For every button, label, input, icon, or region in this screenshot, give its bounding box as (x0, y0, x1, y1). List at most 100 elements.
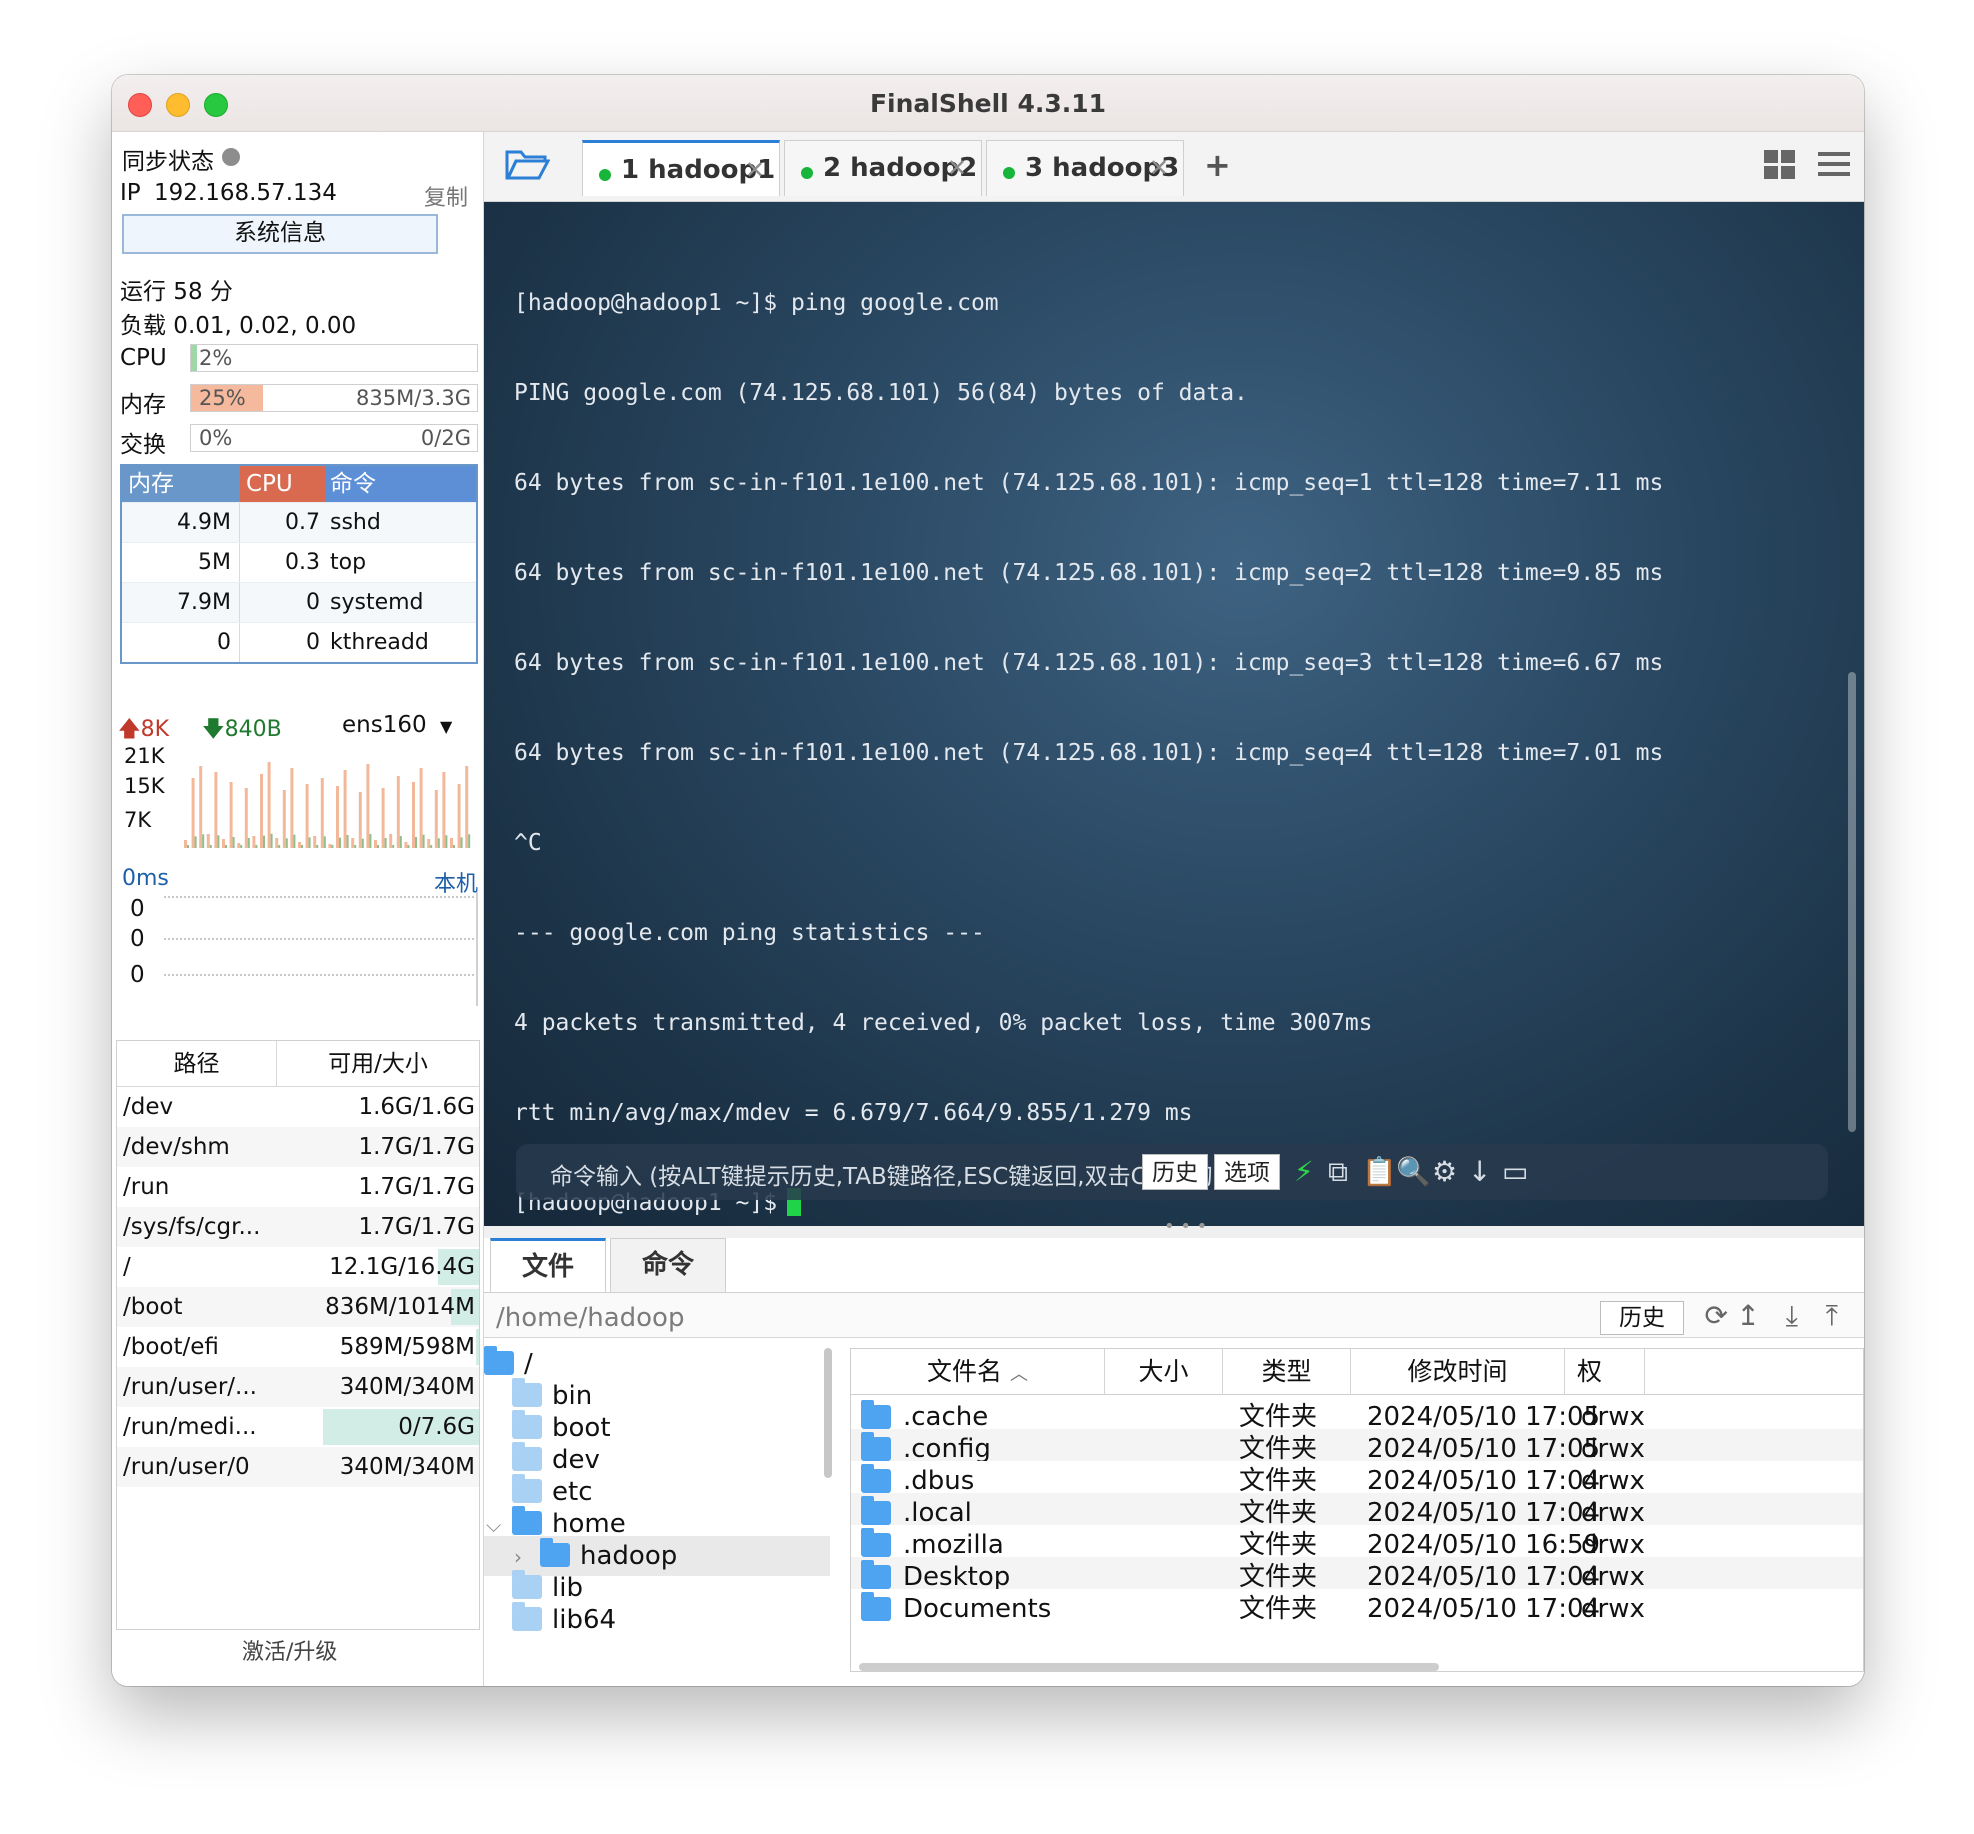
go-up-icon[interactable]: ↥ (1737, 1299, 1760, 1332)
net-interface-select[interactable]: ens160 ▼ (342, 712, 452, 738)
command-options-button[interactable]: 选项 (1214, 1154, 1280, 1190)
arrow-down-icon: 🡇 (202, 717, 225, 742)
disk-row[interactable]: /run/user/0 340M/340M (117, 1447, 479, 1487)
col-type[interactable]: 类型 (1223, 1349, 1351, 1395)
add-tab-icon[interactable]: + (1204, 146, 1231, 184)
tree-scrollbar[interactable] (824, 1348, 832, 1478)
connected-dot-icon (801, 167, 813, 179)
process-row[interactable]: 7.9M 0 systemd (122, 582, 476, 622)
tab-hadoop3[interactable]: 3 hadoop3 ✕ (986, 140, 1184, 196)
ip-value: 192.168.57.134 (154, 180, 337, 206)
disk-path: /run (123, 1174, 170, 1200)
system-info-button[interactable]: 系统信息 (122, 214, 438, 254)
net-traffic-bar (225, 845, 227, 848)
net-interface-label: ens160 (342, 712, 427, 738)
paste-icon[interactable]: 📋 (1362, 1154, 1397, 1190)
disk-path: /run/user/0 (123, 1454, 250, 1480)
disk-usage: 1.7G/1.7G (358, 1174, 475, 1200)
proc-header-mem[interactable]: 内存 (122, 466, 240, 502)
command-input-hint[interactable]: 命令输入 (按ALT键提示历史,TAB键路径,ESC键返回,双击CTRL切: (550, 1157, 1220, 1191)
terminal[interactable]: [hadoop@hadoop1 ~]$ ping google.com PING… (484, 202, 1864, 1226)
process-row[interactable]: 0 0 kthreadd (122, 622, 476, 662)
disk-header-usage[interactable]: 可用/大小 (277, 1041, 479, 1086)
lightning-icon[interactable]: ⚡ (1294, 1154, 1314, 1190)
path-input[interactable]: /home/hadoop (496, 1303, 684, 1333)
ping-axis (476, 892, 478, 1006)
path-history-button[interactable]: 历史 (1600, 1301, 1684, 1335)
folder-open-icon[interactable] (504, 146, 551, 186)
folder-icon (861, 1432, 891, 1461)
tab-files[interactable]: 文件 (490, 1238, 606, 1292)
copy-icon[interactable]: ⧉ (1328, 1154, 1348, 1190)
col-size[interactable]: 大小 (1105, 1349, 1223, 1395)
disk-row[interactable]: /dev 1.6G/1.6G (117, 1087, 479, 1127)
gear-icon[interactable]: ⚙ (1432, 1154, 1457, 1190)
net-traffic-bar (396, 776, 400, 848)
net-traffic-bar (450, 838, 453, 848)
disk-row[interactable]: /boot/efi 589M/598M (117, 1327, 479, 1367)
disk-header-path[interactable]: 路径 (117, 1041, 277, 1086)
disk-row[interactable]: /run/medi... 0/7.6G (117, 1407, 479, 1447)
process-table: 内存 CPU 命令 4.9M 0.7 sshd 5M 0.3 top 7.9M … (120, 464, 478, 664)
download-icon[interactable]: ⤓ (1786, 1299, 1798, 1333)
command-history-button[interactable]: 历史 (1142, 1154, 1208, 1190)
folder-icon (512, 1442, 542, 1471)
net-traffic-bar (457, 784, 461, 848)
tab-hadoop2[interactable]: 2 hadoop2 ✕ (784, 140, 982, 196)
terminal-scrollbar[interactable] (1848, 672, 1856, 1132)
disk-row[interactable]: /boot 836M/1014M (117, 1287, 479, 1327)
disk-row[interactable]: /sys/fs/cgr... 1.7G/1.7G (117, 1207, 479, 1247)
disk-row[interactable]: /run 1.7G/1.7G (117, 1167, 479, 1207)
refresh-icon[interactable]: ⟳ (1705, 1299, 1728, 1332)
maximize-icon[interactable]: ▭ (1502, 1154, 1528, 1190)
proc-header-cmd[interactable]: 命令 (326, 466, 476, 502)
swap-label: 交换 (120, 432, 166, 458)
file-row[interactable]: Documents 文件夹 2024/05/10 17:04 drwx (851, 1589, 1863, 1629)
net-traffic-bar (290, 768, 294, 848)
tree-item-label: etc (552, 1477, 593, 1507)
tree-item-label: lib64 (552, 1605, 617, 1635)
col-perm[interactable]: 权 (1565, 1349, 1645, 1395)
panel-splitter[interactable]: • • • (484, 1216, 1864, 1238)
ping-gridline (164, 896, 474, 898)
sync-status-dot (222, 148, 240, 166)
close-icon[interactable]: ✕ (1149, 141, 1169, 195)
process-cpu: 0.7 (285, 510, 320, 535)
disk-row[interactable]: /dev/shm 1.7G/1.7G (117, 1127, 479, 1167)
drag-handle-icon[interactable]: • • • (1164, 1216, 1207, 1237)
proc-header-cpu[interactable]: CPU (240, 466, 326, 502)
cpu-meter-fill (191, 345, 197, 371)
disk-row[interactable]: /run/user/... 340M/340M (117, 1367, 479, 1407)
ping-value: 0 (130, 962, 145, 988)
disk-row[interactable]: / 12.1G/16.4G (117, 1247, 479, 1287)
net-traffic-bar (184, 840, 187, 848)
tab-commands[interactable]: 命令 (610, 1238, 726, 1292)
process-row[interactable]: 5M 0.3 top (122, 542, 476, 582)
tree-item[interactable]: lib64 (484, 1600, 830, 1640)
tab-hadoop1[interactable]: 1 hadoop1 ✕ (582, 140, 780, 196)
folder-icon (512, 1570, 542, 1599)
net-traffic-bar (247, 838, 250, 848)
process-row[interactable]: 4.9M 0.7 sshd (122, 502, 476, 542)
activate-upgrade-link[interactable]: 激活/升级 (242, 1634, 337, 1666)
net-traffic-bar (361, 838, 364, 848)
file-list-hscrollbar[interactable] (859, 1663, 1439, 1671)
ping-host[interactable]: 本机 (434, 866, 478, 898)
upload-icon[interactable]: ⤒ (1826, 1299, 1838, 1333)
arrow-down-icon[interactable]: ↓ (1468, 1154, 1491, 1190)
search-icon[interactable]: 🔍 (1396, 1154, 1431, 1190)
command-input-bar[interactable]: 命令输入 (按ALT键提示历史,TAB键路径,ESC键返回,双击CTRL切: 历… (516, 1144, 1828, 1200)
mem-detail: 835M/3.3G (356, 386, 471, 410)
close-icon[interactable]: ✕ (745, 143, 765, 197)
net-traffic-bar (358, 792, 362, 848)
menu-icon[interactable] (1818, 150, 1850, 182)
grid-view-icon[interactable] (1764, 150, 1796, 184)
net-traffic-bar (305, 784, 309, 848)
net-traffic-bar (194, 836, 197, 848)
copy-ip-button[interactable]: 复制 (424, 180, 468, 212)
load-text: 负载 0.01, 0.02, 0.00 (120, 313, 357, 339)
terminal-line: 64 bytes from sc-in-f101.1e100.net (74.1… (514, 560, 1664, 586)
close-icon[interactable]: ✕ (947, 141, 967, 195)
col-mtime[interactable]: 修改时间 (1351, 1349, 1565, 1395)
col-filename[interactable]: 文件名 ︿ (851, 1349, 1105, 1395)
